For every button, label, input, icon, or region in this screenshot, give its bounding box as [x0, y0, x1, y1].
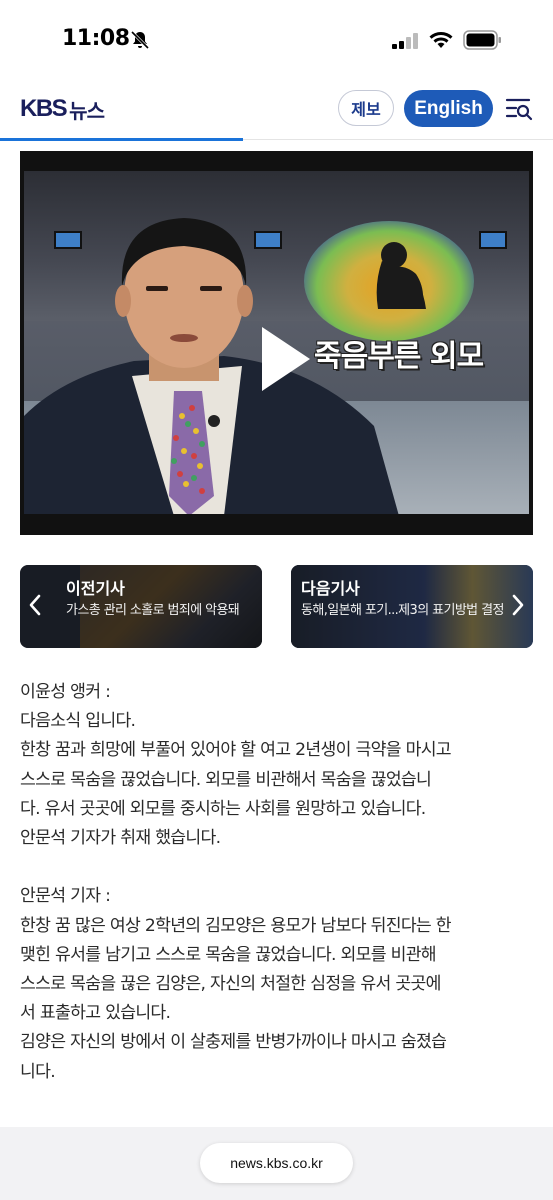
- article-line: 스스로 목숨을 끊었습니다. 외모를 비관해서 목숨을 끊었습니: [20, 769, 432, 790]
- article-line: 다음소식 입니다.: [20, 711, 136, 732]
- english-button[interactable]: English: [404, 90, 493, 127]
- menu-search-icon[interactable]: [505, 96, 533, 122]
- prev-article-card[interactable]: 이전기사 가스총 관리 소홀로 범죄에 악용돼: [20, 565, 262, 648]
- reading-progress-bar: [0, 138, 243, 141]
- next-article-title: 다음기사: [301, 579, 360, 598]
- next-article-headline: 동해,일본해 포기...제3의 표기방법 결정: [301, 603, 504, 618]
- article-line: 다. 유서 곳곳에 외모를 중시하는 사회를 원망하고 있습니다.: [20, 798, 426, 819]
- status-bar: 11:08: [0, 0, 553, 82]
- next-article-card[interactable]: 다음기사 동해,일본해 포기...제3의 표기방법 결정: [291, 565, 533, 648]
- article-line: 한창 꿈과 희망에 부풀어 있어야 할 여고 2년생이 극약을 마시고: [20, 740, 452, 761]
- bell-slash-icon: [130, 30, 150, 50]
- news-anchor-figure: [24, 218, 399, 514]
- battery-icon: [463, 30, 501, 50]
- studio-monitor: [479, 231, 507, 249]
- article-line: 안문석 기자가 취재 했습니다.: [20, 828, 221, 849]
- article-line: 이윤성 앵커 :: [20, 682, 111, 702]
- prev-article-title: 이전기사: [66, 579, 125, 598]
- status-time: 11:08: [62, 26, 130, 51]
- play-icon[interactable]: [258, 324, 314, 394]
- article-body: 이윤성 앵커 : 다음소식 입니다. 한창 꿈과 희망에 부풀어 있어야 할 여…: [20, 678, 536, 1087]
- logo-kbs-text: KBS: [20, 95, 68, 122]
- video-frame: 죽음부른 외모: [24, 171, 529, 514]
- article-line: 서 표출하고 있습니다.: [20, 1003, 171, 1024]
- article-line: 맺힌 유서를 남기고 스스로 목숨을 끊었습니다. 외모를 비관해: [20, 944, 437, 965]
- browser-bottom-bar: news.kbs.co.kr: [0, 1127, 553, 1200]
- address-bar[interactable]: news.kbs.co.kr: [200, 1143, 353, 1183]
- site-header: KBS 뉴스 제보 English: [0, 82, 553, 141]
- wifi-icon: [429, 32, 453, 48]
- kbs-news-logo[interactable]: KBS 뉴스: [20, 92, 105, 126]
- signal-icon: [392, 33, 418, 49]
- prev-article-headline: 가스총 관리 소홀로 범죄에 악용돼: [66, 603, 240, 618]
- report-button[interactable]: 제보: [338, 90, 394, 126]
- chevron-right-icon: [512, 594, 524, 616]
- article-line: 한창 꿈 많은 여상 2학년의 김모양은 용모가 남보다 뒤진다는 한: [20, 915, 452, 936]
- article-line: 김양은 자신의 방에서 이 살충제를 반병가까이나 마시고 숨졌습: [20, 1032, 447, 1053]
- chevron-left-icon: [29, 594, 41, 616]
- article-line: 스스로 목숨을 끊은 김양은, 자신의 처절한 심정을 유서 곳곳에: [20, 974, 441, 995]
- video-player[interactable]: 죽음부른 외모: [20, 151, 533, 535]
- article-line: 안문석 기자 :: [20, 886, 111, 907]
- article-line: 니다.: [20, 1061, 56, 1082]
- logo-news-text: 뉴스: [69, 98, 105, 123]
